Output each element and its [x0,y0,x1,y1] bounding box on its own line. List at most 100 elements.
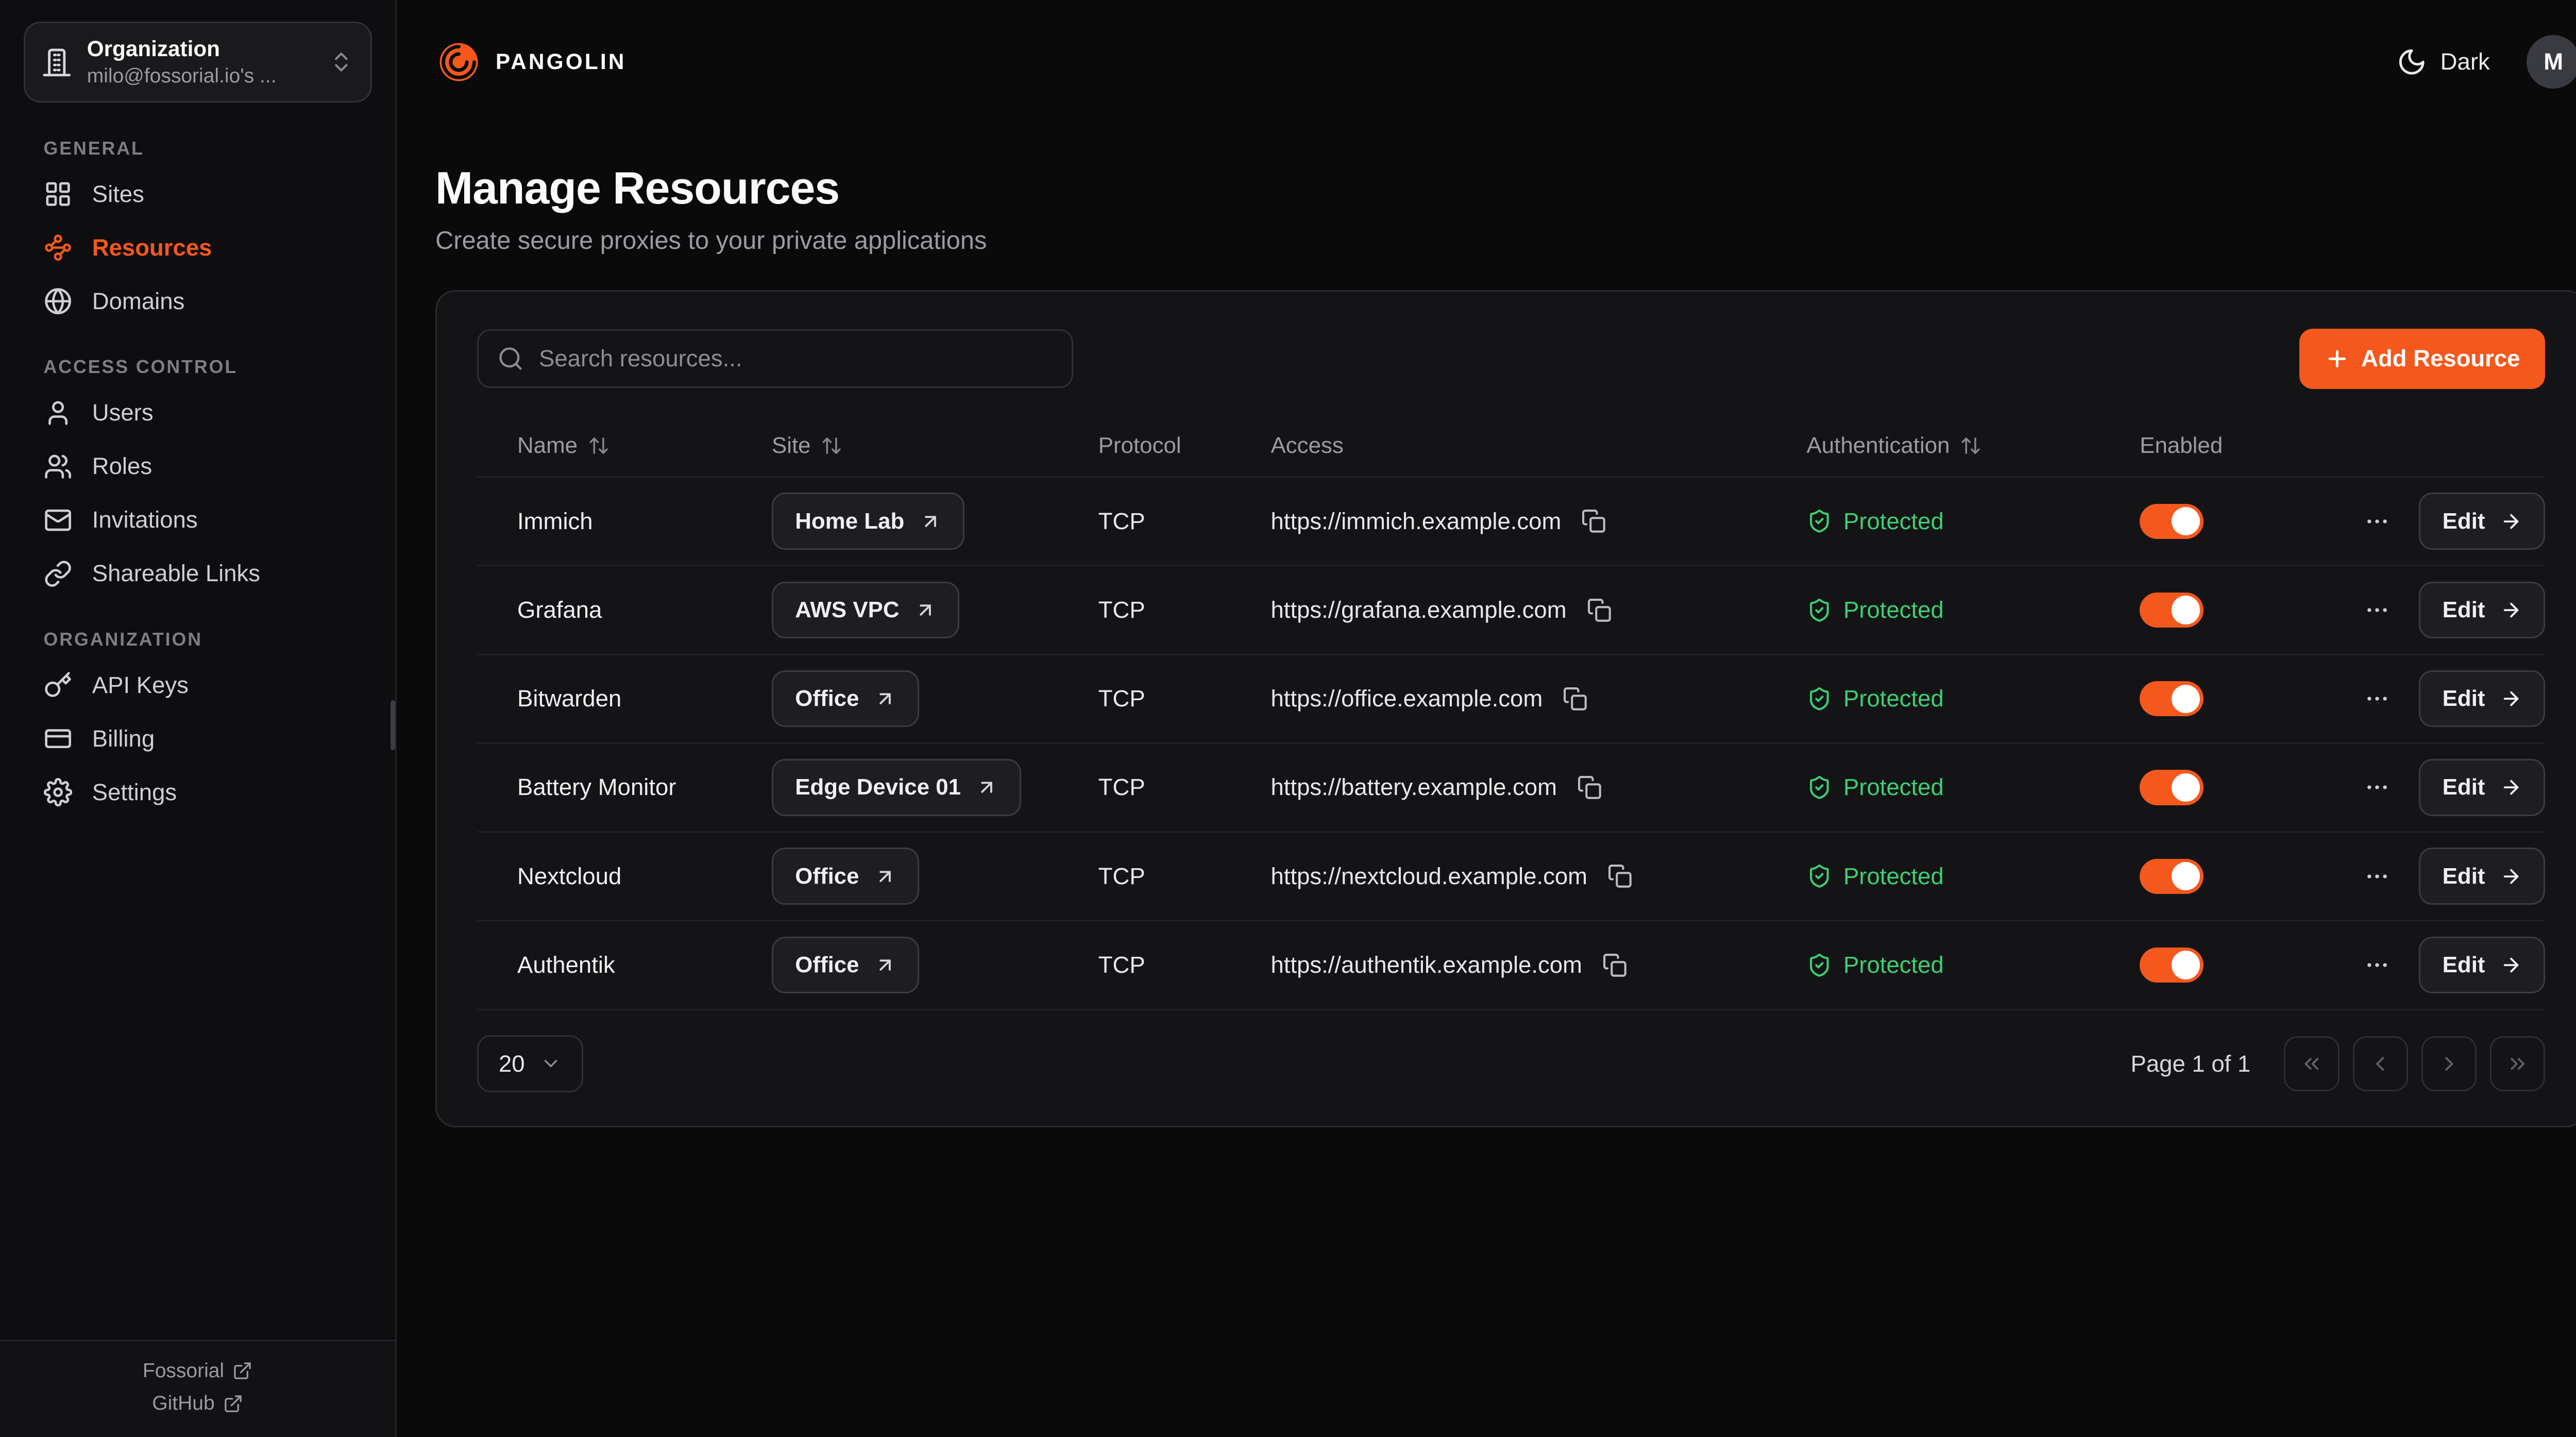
site-link-button[interactable]: Office [772,848,919,905]
row-menu-button[interactable] [2361,771,2394,804]
arrow-up-right-icon [874,688,896,709]
copy-button[interactable] [1604,860,1636,892]
sidebar-item-billing[interactable]: Billing [0,712,395,766]
enabled-toggle[interactable] [2140,770,2204,805]
resource-access-url: https://immich.example.com [1271,508,1562,535]
gear-icon [44,778,72,806]
resource-actions-cell: Edit [2140,582,2545,639]
add-resource-button[interactable]: Add Resource [2299,329,2545,389]
edit-button[interactable]: Edit [2419,848,2545,905]
toggle-knob [2172,685,2200,713]
column-header-authentication[interactable]: Authentication [1807,433,2140,459]
chevrons-right-icon [2506,1052,2530,1076]
org-selector[interactable]: Organization milo@fossorial.io's ... [24,22,372,103]
site-link-button[interactable]: Office [772,670,919,728]
row-menu-button[interactable] [2361,593,2394,627]
sidebar-scrollbar-thumb[interactable] [391,700,396,751]
sidebar: Organization milo@fossorial.io's ... GEN… [0,0,397,1437]
org-selector-label: Organization [87,35,314,63]
row-menu-button[interactable] [2361,948,2394,982]
enabled-toggle[interactable] [2140,681,2204,716]
toggle-knob [2172,773,2200,802]
next-page-button[interactable] [2421,1036,2477,1091]
first-page-button[interactable] [2284,1036,2339,1091]
resource-access-cell: https://immich.example.com [1271,505,1807,537]
last-page-button[interactable] [2490,1036,2545,1091]
resource-access-url: https://office.example.com [1271,685,1543,712]
sidebar-item-label: Shareable Links [92,560,260,587]
resource-auth-cell: Protected [1807,597,2140,623]
column-header-site[interactable]: Site [772,433,1098,459]
sidebar-item-sites[interactable]: Sites [0,167,395,221]
footer-link-fossorial[interactable]: Fossorial [143,1360,252,1382]
sidebar-item-label: API Keys [92,672,189,699]
search-input[interactable] [539,345,1053,372]
resource-access-cell: https://office.example.com [1271,683,1807,715]
column-header-name[interactable]: Name [477,433,772,459]
sidebar-item-users[interactable]: Users [0,386,395,439]
row-menu-button[interactable] [2361,859,2394,893]
arrow-up-right-icon [874,954,896,976]
credit-card-icon [44,724,72,753]
copy-button[interactable] [1560,683,1591,715]
sidebar-item-settings[interactable]: Settings [0,766,395,819]
avatar[interactable]: M [2527,35,2576,89]
resource-access-url: https://battery.example.com [1271,774,1557,801]
resource-name: Immich [477,508,772,535]
table-row: Battery Monitor Edge Device 01 TCP https… [477,744,2545,833]
enabled-toggle[interactable] [2140,593,2204,628]
arrow-right-icon [2500,688,2522,709]
resource-name: Nextcloud [477,863,772,890]
resource-protocol: TCP [1098,952,1271,978]
site-link-button[interactable]: Home Lab [772,493,964,550]
enabled-toggle[interactable] [2140,859,2204,894]
edit-button[interactable]: Edit [2419,759,2545,816]
edit-button[interactable]: Edit [2419,670,2545,728]
shield-check-icon [1807,864,1832,889]
org-selector-text: Organization milo@fossorial.io's ... [87,35,314,90]
edit-button[interactable]: Edit [2419,493,2545,550]
sidebar-item-invitations[interactable]: Invitations [0,493,395,547]
sidebar-item-domains[interactable]: Domains [0,275,395,328]
topbar-right: Dark M [2397,35,2576,89]
sidebar-item-resources[interactable]: Resources [0,221,395,275]
resource-protocol: TCP [1098,774,1271,801]
sidebar-item-roles[interactable]: Roles [0,439,395,493]
page-size-select[interactable]: 20 [477,1035,583,1092]
site-link-button[interactable]: Edge Device 01 [772,759,1021,816]
prev-page-button[interactable] [2353,1036,2408,1091]
shield-check-icon [1807,686,1832,712]
enabled-toggle[interactable] [2140,504,2204,539]
ellipsis-icon [2364,952,2391,978]
edit-button[interactable]: Edit [2419,582,2545,639]
arrow-up-right-icon [976,776,997,798]
footer-link-github[interactable]: GitHub [152,1392,243,1415]
copy-button[interactable] [1574,772,1606,804]
copy-button[interactable] [1583,594,1615,626]
row-menu-button[interactable] [2361,682,2394,716]
copy-button[interactable] [1599,949,1631,981]
column-header-protocol: Protocol [1098,433,1271,459]
resource-access-url: https://nextcloud.example.com [1271,863,1588,890]
search-box [477,329,1073,388]
theme-toggle-button[interactable]: Dark [2397,47,2490,77]
ellipsis-icon [2364,508,2391,535]
arrow-right-icon [2500,866,2522,887]
copy-button[interactable] [1578,505,1610,537]
arrow-up-right-icon [874,866,896,887]
auth-status: Protected [1843,597,1944,623]
main-area: PANGOLIN Dark M Manage Resources Create … [397,0,2576,1437]
arrow-right-icon [2500,511,2522,532]
resource-auth-cell: Protected [1807,952,2140,978]
site-link-button[interactable]: Office [772,937,919,994]
site-link-button[interactable]: AWS VPC [772,582,959,639]
external-link-icon [223,1394,243,1414]
page-info: Page 1 of 1 [2131,1051,2251,1077]
sidebar-item-api-keys[interactable]: API Keys [0,658,395,712]
arrow-up-right-icon [920,511,941,532]
row-menu-button[interactable] [2361,504,2394,538]
edit-button[interactable]: Edit [2419,937,2545,994]
column-header-enabled: Enabled [2140,433,2545,459]
enabled-toggle[interactable] [2140,948,2204,983]
sidebar-item-shareable-links[interactable]: Shareable Links [0,547,395,600]
